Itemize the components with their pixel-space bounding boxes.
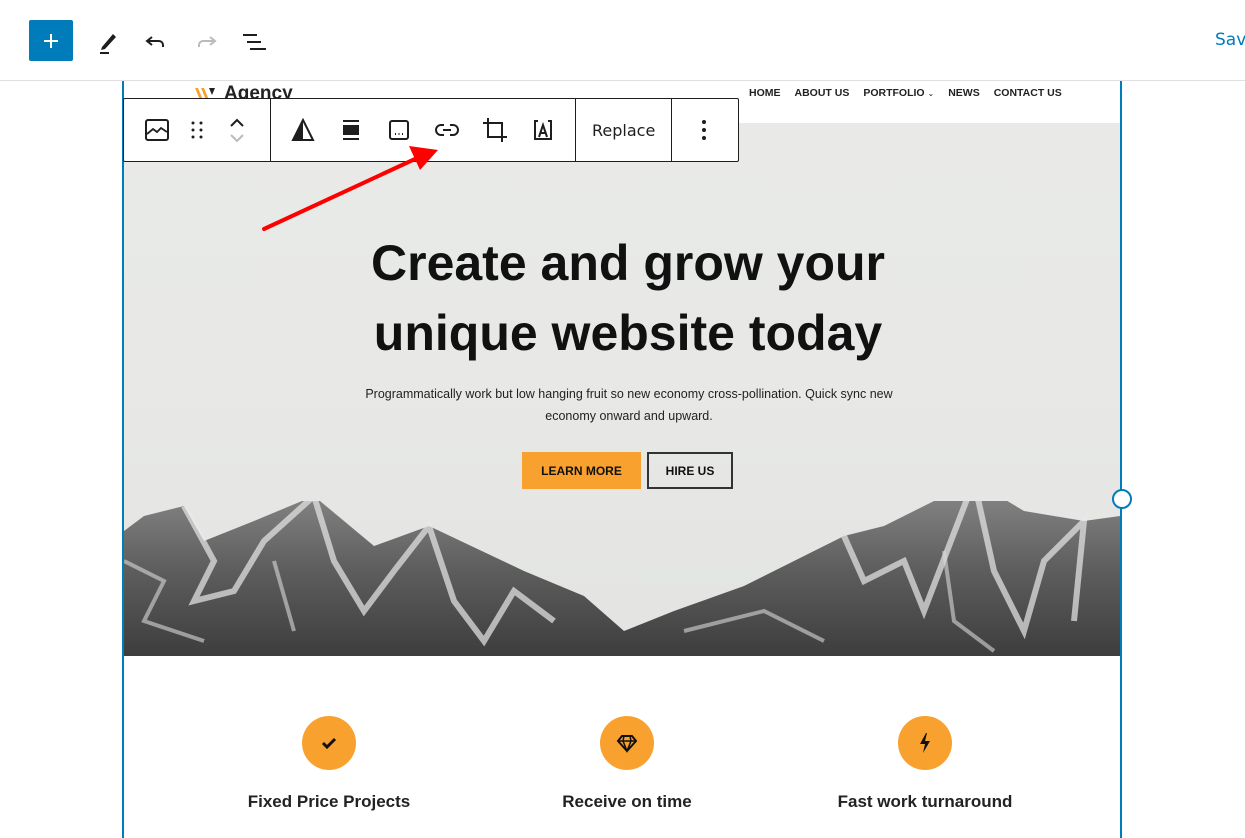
image-icon xyxy=(145,119,169,141)
bolt-icon xyxy=(920,733,930,753)
tools-button[interactable] xyxy=(88,22,128,62)
caption-icon xyxy=(389,120,409,140)
feature-title: Fixed Price Projects xyxy=(247,792,411,811)
drag-handle[interactable] xyxy=(190,99,204,161)
feature-icon-circle xyxy=(600,716,654,770)
editor-top-toolbar: Save xyxy=(0,0,1245,81)
chevron-down-icon: ⌄ xyxy=(927,89,935,98)
chevron-up-icon[interactable] xyxy=(228,115,246,129)
hero-title-line-1: Create and grow your xyxy=(371,235,885,291)
feature-item: Fast work turnaround xyxy=(775,716,1075,812)
more-options-button[interactable] xyxy=(672,99,736,161)
nav-portfolio-label: PORTFOLIO xyxy=(863,87,925,99)
crop-icon xyxy=(483,118,507,142)
link-button[interactable] xyxy=(423,99,471,161)
chevron-down-icon[interactable] xyxy=(228,131,246,145)
nav-about-us[interactable]: ABOUT US xyxy=(795,87,850,99)
mountains-image xyxy=(124,501,1120,656)
feature-title: Receive on time xyxy=(562,792,692,811)
replace-button[interactable]: Replace xyxy=(576,99,671,161)
plus-icon xyxy=(44,33,58,48)
editor-canvas: Agency HOME ABOUT US PORTFOLIO ⌄ NEWS CO… xyxy=(0,81,1245,838)
hero-title: Create and grow your unique website toda… xyxy=(124,228,1120,368)
feature-icon-circle xyxy=(302,716,356,770)
undo-button[interactable] xyxy=(136,22,176,62)
feature-icon-circle xyxy=(898,716,952,770)
pencil-icon xyxy=(100,34,116,54)
list-view-icon xyxy=(243,34,266,50)
save-button[interactable]: Save xyxy=(1215,30,1245,50)
block-toolbar-group-2 xyxy=(271,99,576,161)
feature-item: Fixed Price Projects xyxy=(179,716,479,812)
more-vertical-icon xyxy=(702,120,707,140)
move-block-controls xyxy=(204,99,270,161)
nav-news[interactable]: NEWS xyxy=(948,87,980,99)
hero-subtitle: Programmatically work but low hanging fr… xyxy=(365,387,893,423)
link-icon xyxy=(435,124,459,136)
hire-us-button[interactable]: HIRE US xyxy=(647,452,733,489)
duotone-icon xyxy=(291,118,315,141)
block-toolbar: Replace xyxy=(123,98,739,162)
document-overview-button[interactable] xyxy=(234,22,274,62)
resize-handle[interactable] xyxy=(1112,489,1132,509)
text-overlay-button[interactable] xyxy=(519,99,567,161)
hero-title-line-2: unique website today xyxy=(373,305,883,361)
feature-title: Fast work turnaround xyxy=(837,792,1013,811)
block-type-button[interactable] xyxy=(124,99,190,161)
add-block-button[interactable] xyxy=(29,20,73,61)
caption-button[interactable] xyxy=(375,99,423,161)
block-toolbar-group-4 xyxy=(672,99,736,161)
text-overlay-icon xyxy=(534,120,552,140)
site-nav: HOME ABOUT US PORTFOLIO ⌄ NEWS CONTACT U… xyxy=(749,87,1062,99)
features-section: Fixed Price Projects Receive on time Fas… xyxy=(124,656,1120,838)
redo-icon xyxy=(198,36,217,47)
duotone-button[interactable] xyxy=(279,99,327,161)
feature-item: Receive on time xyxy=(477,716,777,812)
nav-home[interactable]: HOME xyxy=(749,87,781,99)
crop-button[interactable] xyxy=(471,99,519,161)
check-icon xyxy=(321,737,337,750)
cover-block[interactable]: Agency HOME ABOUT US PORTFOLIO ⌄ NEWS CO… xyxy=(122,81,1122,838)
align-button[interactable] xyxy=(327,99,375,161)
undo-icon xyxy=(145,36,164,47)
drag-handle-icon xyxy=(191,121,203,139)
hero-section: Agency HOME ABOUT US PORTFOLIO ⌄ NEWS CO… xyxy=(124,81,1120,656)
learn-more-button[interactable]: LEARN MORE xyxy=(522,452,641,489)
block-toolbar-group-3: Replace xyxy=(576,99,673,161)
diamond-icon xyxy=(616,735,638,753)
nav-portfolio[interactable]: PORTFOLIO ⌄ xyxy=(863,87,934,99)
redo-button[interactable] xyxy=(186,22,226,62)
align-full-icon xyxy=(343,120,359,140)
block-toolbar-group-1 xyxy=(124,99,271,161)
nav-contact-us[interactable]: CONTACT US xyxy=(994,87,1062,99)
